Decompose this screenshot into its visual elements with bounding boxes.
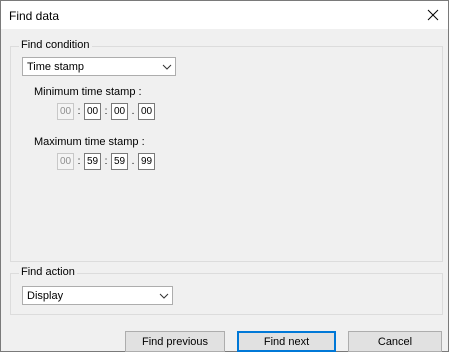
find-condition-select[interactable]: Time stamp [22,57,176,76]
max-hours-field[interactable]: 59 [84,153,101,170]
find-condition-select-value: Time stamp [27,60,85,73]
separator: : [104,156,108,167]
close-button[interactable] [418,1,448,29]
dialog-title: Find data [9,9,60,23]
separator: : [104,106,108,117]
min-days-field: 00 [57,103,74,120]
find-previous-button[interactable]: Find previous [125,331,225,352]
find-action-select-value: Display [27,289,64,302]
min-seconds-field[interactable]: 00 [138,103,155,120]
chevron-down-icon [156,293,172,299]
maximum-time-stamp: 00 : 59 : 59 . 99 [57,153,155,170]
find-action-legend: Find action [19,266,77,278]
separator: : [77,106,81,117]
find-condition-group: Find condition Time stamp Minimum time s… [10,39,443,262]
find-action-select[interactable]: Display [22,286,173,305]
close-icon [427,9,439,21]
max-minutes-field[interactable]: 59 [111,153,128,170]
title-bar: Find data [1,1,448,29]
find-next-button[interactable]: Find next [237,331,336,352]
find-condition-legend: Find condition [19,39,92,51]
minimum-time-stamp: 00 : 00 : 00 . 00 [57,103,155,120]
find-data-dialog: Find data Find condition Time stamp Mini… [0,0,449,352]
find-action-group: Find action Display [10,266,443,315]
maximum-time-stamp-label: Maximum time stamp : [34,136,145,148]
cancel-button[interactable]: Cancel [348,331,442,352]
max-seconds-field[interactable]: 99 [138,153,155,170]
min-hours-field[interactable]: 00 [84,103,101,120]
separator: : [77,156,81,167]
min-minutes-field[interactable]: 00 [111,103,128,120]
separator: . [131,156,135,167]
max-days-field: 00 [57,153,74,170]
separator: . [131,106,135,117]
minimum-time-stamp-label: Minimum time stamp : [34,86,142,98]
chevron-down-icon [159,64,175,70]
